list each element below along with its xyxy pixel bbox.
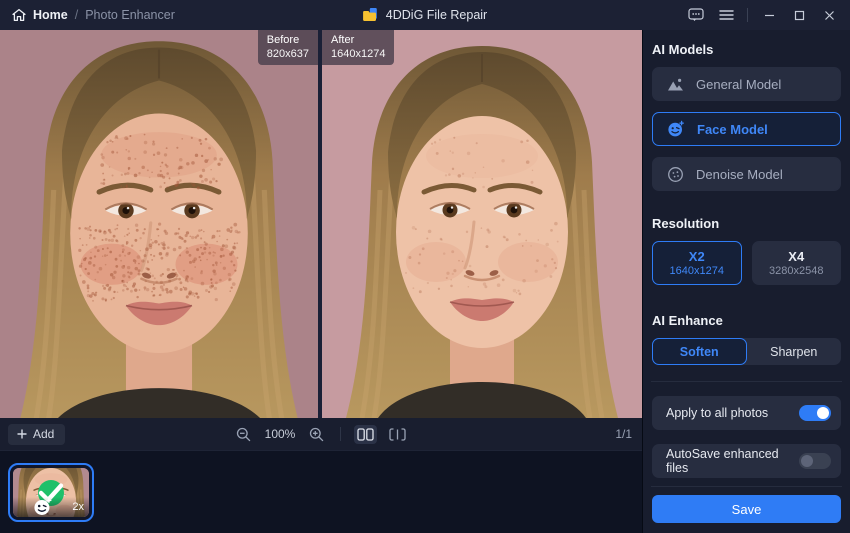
apply-all-toggle[interactable] xyxy=(799,405,831,421)
resolution-x2-button[interactable]: X2 1640x1274 xyxy=(652,241,742,285)
after-photo xyxy=(322,30,642,418)
zoom-level: 100% xyxy=(263,427,297,441)
after-badge: After 1640x1274 xyxy=(322,30,394,65)
resolution-x4-button[interactable]: X4 3280x2548 xyxy=(752,241,842,285)
add-button-label: Add xyxy=(33,427,54,441)
breadcrumb: Home / Photo Enhancer xyxy=(0,8,175,22)
breadcrumb-page: Photo Enhancer xyxy=(85,8,175,22)
app-window: Home / Photo Enhancer 4DDiG File Repair xyxy=(0,0,850,533)
face-icon xyxy=(667,120,685,138)
autosave-label: AutoSave enhanced files xyxy=(666,447,799,475)
model-label: Face Model xyxy=(697,122,768,137)
photo-thumbnail[interactable]: 2x xyxy=(8,463,94,522)
image-icon xyxy=(667,77,684,92)
before-badge-label: Before xyxy=(267,33,309,47)
toggle-knob xyxy=(801,455,813,467)
model-button-face[interactable]: Face Model xyxy=(652,112,841,146)
after-badge-size: 1640x1274 xyxy=(331,47,385,61)
save-divider xyxy=(651,486,842,487)
settings-panel: AI Models General Model Face Model Denoi… xyxy=(643,30,850,533)
split-slider-view-button[interactable] xyxy=(386,425,409,444)
viewer-toolbar: Add 100% xyxy=(0,418,642,450)
app-title-group: 4DDiG File Repair xyxy=(363,0,487,30)
apply-all-label: Apply to all photos xyxy=(666,406,768,420)
toggle-knob xyxy=(817,407,829,419)
zoom-in-button[interactable] xyxy=(306,424,327,445)
model-button-general[interactable]: General Model xyxy=(652,67,841,101)
resolution-size: 3280x2548 xyxy=(769,265,823,277)
menu-icon[interactable] xyxy=(713,4,739,26)
content-area: Before 820x637 xyxy=(0,30,850,533)
before-photo xyxy=(0,30,318,418)
after-badge-label: After xyxy=(331,33,385,47)
sharpen-button[interactable]: Sharpen xyxy=(747,338,842,365)
model-button-denoise[interactable]: Denoise Model xyxy=(652,157,841,191)
zoom-view-controls: 100% xyxy=(233,424,409,445)
resolution-label: X2 xyxy=(689,249,705,264)
enhance-mode-segment: Soften Sharpen xyxy=(652,338,841,365)
thumbnail-meta: 2x xyxy=(13,497,89,517)
before-badge-size: 820x637 xyxy=(267,47,309,61)
app-logo-icon xyxy=(363,7,379,23)
add-button[interactable]: Add xyxy=(8,424,65,445)
minimize-button[interactable] xyxy=(756,4,782,26)
side-by-side-view-button[interactable] xyxy=(354,425,377,444)
resolution-label: X4 xyxy=(788,249,804,264)
apply-all-toggle-card[interactable]: Apply to all photos xyxy=(652,396,841,430)
ai-models-heading: AI Models xyxy=(652,42,841,57)
title-bar: Home / Photo Enhancer 4DDiG File Repair xyxy=(0,0,850,30)
panel-section-divider xyxy=(651,381,842,382)
window-controls xyxy=(683,4,850,26)
maximize-button[interactable] xyxy=(786,4,812,26)
resolution-heading: Resolution xyxy=(652,216,841,231)
zoom-out-button[interactable] xyxy=(233,424,254,445)
page-indicator: 1/1 xyxy=(615,427,632,441)
thumbnail-image: 2x xyxy=(13,468,89,517)
breadcrumb-separator: / xyxy=(75,8,78,22)
compare-viewer: Before 820x637 xyxy=(0,30,642,418)
face-model-mini-icon xyxy=(18,497,67,517)
thumbnail-scale-label: 2x xyxy=(72,501,84,513)
plus-icon xyxy=(17,429,27,439)
before-image[interactable]: Before 820x637 xyxy=(0,30,318,418)
denoise-icon xyxy=(667,166,684,183)
app-title: 4DDiG File Repair xyxy=(386,8,487,22)
panel-spacer xyxy=(652,478,841,486)
resolution-options: X2 1640x1274 X4 3280x2548 xyxy=(652,241,841,285)
feedback-icon[interactable] xyxy=(683,4,709,26)
soften-button[interactable]: Soften xyxy=(652,338,747,365)
after-image[interactable]: After 1640x1274 xyxy=(322,30,642,418)
window-controls-divider xyxy=(747,8,748,22)
save-button[interactable]: Save xyxy=(652,495,841,523)
model-label: Denoise Model xyxy=(696,167,783,182)
breadcrumb-home[interactable]: Home xyxy=(33,8,68,22)
resolution-size: 1640x1274 xyxy=(670,265,724,277)
close-button[interactable] xyxy=(816,4,842,26)
before-badge: Before 820x637 xyxy=(258,30,318,65)
main-area: Before 820x637 xyxy=(0,30,642,533)
autosave-toggle[interactable] xyxy=(799,453,831,469)
ai-enhance-heading: AI Enhance xyxy=(652,313,841,328)
home-icon[interactable] xyxy=(12,8,26,22)
autosave-toggle-card[interactable]: AutoSave enhanced files xyxy=(652,444,841,478)
model-label: General Model xyxy=(696,77,781,92)
filmstrip: 2x xyxy=(0,450,642,533)
toolbar-divider xyxy=(340,427,341,441)
